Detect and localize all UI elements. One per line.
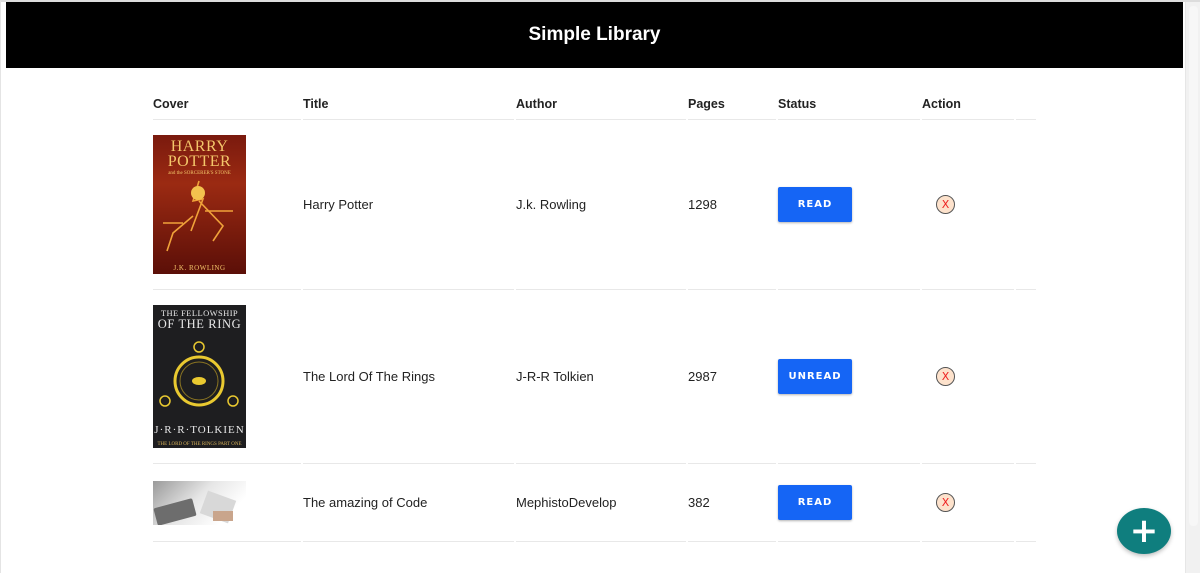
column-header-title: Title (303, 88, 514, 120)
column-header-pages: Pages (688, 88, 776, 120)
delete-book-button[interactable]: X (936, 195, 955, 214)
column-header-status: Status (778, 88, 920, 120)
table-row: HARRY POTTER and the SORCERER'S STONE J.… (153, 120, 1036, 290)
delete-book-button[interactable]: X (936, 493, 955, 512)
table-header-row: Cover Title Author Pages Status Action (153, 88, 1036, 120)
plus-icon: + (1129, 511, 1159, 551)
books-table: Cover Title Author Pages Status Action H… (151, 88, 1038, 542)
cover-title-text: HARRY POTTER (167, 138, 232, 170)
action-cell: X (922, 464, 1014, 542)
column-header-cover: Cover (153, 88, 301, 120)
laptop-photo-icon (153, 490, 237, 525)
pages-cell: 1298 (688, 120, 776, 290)
ring-art-icon (159, 341, 239, 407)
cover-series-text: THE LORD OF THE RINGS PART ONE (157, 442, 242, 447)
title-cell: The amazing of Code (303, 464, 514, 542)
cover-subtitle-text: OF THE RING (157, 317, 242, 331)
cover-author-text: J·R·R·TOLKIEN (154, 424, 245, 436)
cover-cell: THE FELLOWSHIP OF THE RING J·R·R·TOLKIEN… (153, 290, 301, 464)
status-toggle-button[interactable]: UNREAD (778, 359, 852, 394)
column-header-author: Author (516, 88, 686, 120)
column-spacer (1016, 88, 1036, 120)
page-title: Simple Library (528, 24, 661, 45)
table-row: THE FELLOWSHIP OF THE RING J·R·R·TOLKIEN… (153, 290, 1036, 464)
author-cell: J-R-R Tolkien (516, 290, 686, 464)
cover-cell (153, 464, 301, 542)
author-cell: MephistoDevelop (516, 464, 686, 542)
page: Simple Library Cover Title Author Pages … (0, 0, 1200, 573)
cover-author-text: J.K. ROWLING (173, 264, 226, 272)
delete-book-button[interactable]: X (936, 367, 955, 386)
lightning-art-icon (163, 180, 233, 252)
author-cell: J.k. Rowling (516, 120, 686, 290)
pages-cell: 382 (688, 464, 776, 542)
pages-cell: 2987 (688, 290, 776, 464)
vertical-scrollbar[interactable] (1185, 2, 1200, 573)
table-row: The amazing of Code MephistoDevelop 382 … (153, 464, 1036, 542)
book-cover-image (153, 480, 246, 525)
book-cover-image: THE FELLOWSHIP OF THE RING J·R·R·TOLKIEN… (153, 305, 246, 448)
status-toggle-button[interactable]: READ (778, 485, 852, 520)
status-cell: UNREAD (778, 290, 920, 464)
column-header-action: Action (922, 88, 1014, 120)
app-header: Simple Library (6, 2, 1183, 68)
status-cell: READ (778, 120, 920, 290)
title-cell: Harry Potter (303, 120, 514, 290)
title-cell: The Lord Of The Rings (303, 290, 514, 464)
add-book-button[interactable]: + (1117, 508, 1171, 554)
action-cell: X (922, 120, 1014, 290)
status-toggle-button[interactable]: READ (778, 187, 852, 222)
book-cover-image: HARRY POTTER and the SORCERER'S STONE J.… (153, 135, 246, 274)
scrollbar-thumb[interactable] (1189, 6, 1198, 526)
action-cell: X (922, 290, 1014, 464)
cover-cell: HARRY POTTER and the SORCERER'S STONE J.… (153, 120, 301, 290)
status-cell: READ (778, 464, 920, 542)
